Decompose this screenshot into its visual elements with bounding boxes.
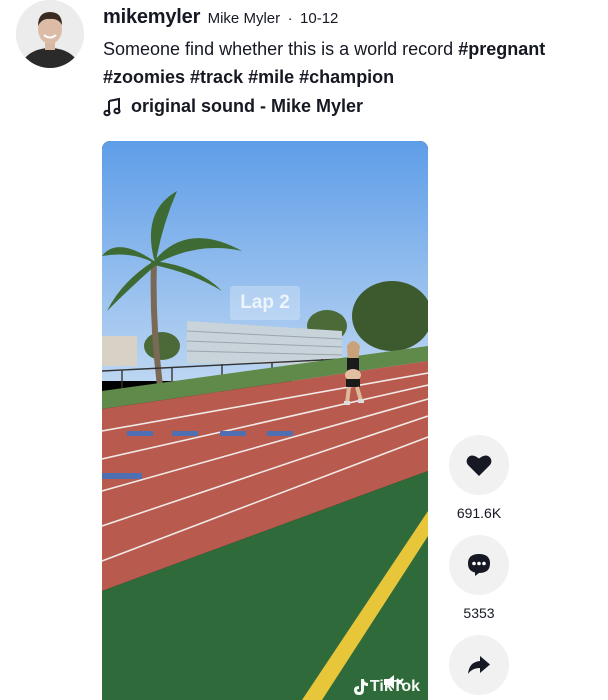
watermark-text: TikTok [369,678,420,695]
nickname[interactable]: Mike Myler [208,10,281,27]
separator: · [287,10,293,27]
comment-icon [468,554,490,576]
comment-button[interactable] [449,535,509,595]
like-count: 691.6K [456,505,502,521]
action-bar: 691.6K 5353 [448,435,510,695]
music-link[interactable]: original sound - Mike Myler [103,96,363,117]
tiktok-watermark: TikTok [352,678,420,696]
video-overlay-text: Lap 2 [230,286,300,320]
username[interactable]: mikemyler [103,6,200,28]
hashtag-pregnant[interactable]: #pregnant [458,39,545,59]
video-frame [102,141,428,700]
caption: Someone find whether this is a world rec… [103,35,603,91]
hashtag-track[interactable]: #track [190,67,243,87]
heart-icon [466,455,492,476]
avatar[interactable] [16,0,84,68]
video-player[interactable]: Lap 2 TikTok [102,141,428,700]
caption-text: Someone find whether this is a world rec… [103,39,454,59]
hashtag-zoomies[interactable]: #zoomies [103,67,185,87]
avatar-image [16,0,84,68]
comment-count: 5353 [463,605,495,621]
share-icon [468,656,490,674]
like-button[interactable] [449,435,509,495]
music-note-icon [103,97,121,116]
hashtag-champion[interactable]: #champion [299,67,394,87]
share-button[interactable] [449,635,509,695]
author-header: mikemyler Mike Myler · 10-12 [103,6,338,29]
hashtag-mile[interactable]: #mile [248,67,294,87]
music-label: original sound - Mike Myler [131,96,364,116]
post-date: 10-12 [300,10,339,27]
tiktok-logo-icon [353,679,368,695]
